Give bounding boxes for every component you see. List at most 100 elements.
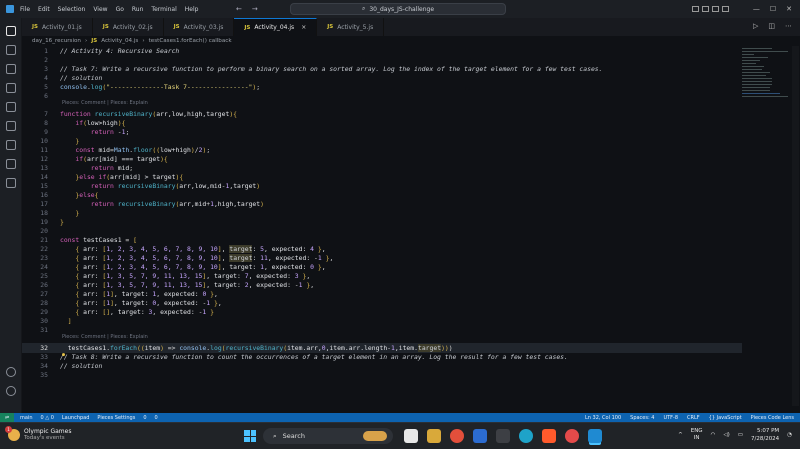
js-file-icon: JS <box>173 24 180 30</box>
menu-item-file[interactable]: File <box>20 6 30 13</box>
news-title: Olympic Games <box>24 428 72 435</box>
tab-activity-02-js[interactable]: JS Activity_02.js <box>93 18 164 36</box>
task-view-icon[interactable] <box>404 429 418 443</box>
menu-item-help[interactable]: Help <box>185 6 199 13</box>
pieces-icon[interactable] <box>5 159 16 169</box>
notification-badge: 1 <box>5 425 12 433</box>
brave-icon[interactable] <box>542 429 556 443</box>
tab-activity-03-js[interactable]: JS Activity_03.js <box>164 18 235 36</box>
chrome-icon[interactable] <box>450 429 464 443</box>
file-explorer-icon[interactable] <box>427 429 441 443</box>
code-token: ; <box>125 128 130 136</box>
account-icon[interactable] <box>6 367 16 377</box>
taskbar-search-label: Search <box>282 432 305 440</box>
remote-explorer-icon[interactable] <box>5 121 16 131</box>
bell-icon[interactable]: ◔ <box>787 432 792 438</box>
app-red-icon[interactable] <box>565 429 579 443</box>
volume-icon[interactable]: ◁) <box>723 432 729 438</box>
status-right-item[interactable]: CRLF <box>687 415 700 421</box>
status-left: main 0 △ 0 Launchpad Pieces Settings 0 0 <box>20 415 158 421</box>
maximize-icon[interactable]: ☐ <box>770 5 776 13</box>
extensions-icon[interactable] <box>5 102 16 112</box>
menu-item-edit[interactable]: Edit <box>38 6 50 13</box>
windows-start-icon[interactable] <box>244 430 256 442</box>
status-right-item[interactable]: Ln 32, Col 100 <box>585 415 621 421</box>
menu-item-terminal[interactable]: Terminal <box>151 6 176 13</box>
status-left-item[interactable]: Pieces Settings <box>97 415 135 421</box>
input-language[interactable]: ENG IN <box>691 428 703 442</box>
explorer-icon[interactable] <box>5 26 16 36</box>
code-token: const <box>75 146 99 154</box>
clock[interactable]: 5:07 PM 7/28/2024 <box>751 427 779 443</box>
status-right-item[interactable]: {} JavaScript <box>709 415 742 421</box>
close-icon[interactable]: ✕ <box>786 5 792 13</box>
back-arrow-icon[interactable]: ← <box>236 5 242 13</box>
code-editor[interactable]: 1// Activity 4: Recursive Search 2 3// Tas… <box>22 46 742 410</box>
split-editor-icon[interactable]: ◫ <box>768 22 775 30</box>
source-control-icon[interactable] <box>5 64 16 74</box>
terminal-icon[interactable] <box>496 429 510 443</box>
code-line[interactable]: 35 <box>22 370 742 380</box>
status-left-item[interactable]: 0 <box>143 415 146 421</box>
code-token: 1 <box>202 308 211 316</box>
more-actions-icon[interactable]: ⋯ <box>785 22 792 30</box>
status-left-item[interactable]: 0 △ 0 <box>41 415 54 421</box>
code-token: , target: <box>113 290 153 298</box>
battery-icon[interactable]: ▭ <box>738 432 743 438</box>
pieces-code-lens[interactable]: Pieces: Comment | Pieces: Explain <box>62 100 148 106</box>
app-grid-icon[interactable] <box>473 429 487 443</box>
code-token: "--------------Task 7----------------" <box>106 83 253 91</box>
vscode-taskbar-icon[interactable] <box>588 429 602 443</box>
command-search[interactable]: ⌕ 30_days_JS-challenge <box>290 3 506 15</box>
breadcrumb-symbol[interactable]: testCases1.forEach() callback <box>149 38 232 44</box>
tab-activity-01-js[interactable]: JS Activity_01.js <box>22 18 93 36</box>
edge-icon[interactable] <box>519 429 533 443</box>
chevron-up-icon[interactable]: ^ <box>678 432 683 438</box>
run-icon[interactable]: ▷ <box>753 22 758 30</box>
breadcrumb-file[interactable]: Activity_04.js <box>101 38 138 44</box>
menu-item-view[interactable]: View <box>93 6 107 13</box>
lightbulb-icon[interactable]: ● <box>62 352 65 358</box>
menu-item-go[interactable]: Go <box>116 6 124 13</box>
code-token: arr[mid] === target <box>86 155 161 163</box>
menu-item-run[interactable]: Run <box>132 6 144 13</box>
wifi-icon[interactable]: ◠ <box>711 432 716 438</box>
status-left-item[interactable]: Launchpad <box>62 415 90 421</box>
editor-scrollbar[interactable] <box>792 46 799 406</box>
pieces-code-lens[interactable]: Pieces: Comment | Pieces: Explain <box>62 334 148 340</box>
status-right-item[interactable]: Spaces: 4 <box>630 415 654 421</box>
tab-activity-5-js[interactable]: JS Activity_5.js <box>317 18 385 36</box>
code-token: 0 <box>202 290 211 298</box>
code-token: recursiveBinary <box>225 344 284 352</box>
code-token: , target: <box>206 281 245 289</box>
status-left-item[interactable]: main <box>20 415 33 421</box>
status-right-item[interactable]: UTF-8 <box>663 415 678 421</box>
news-widget[interactable]: 1 Olympic Games Today's events <box>5 425 72 441</box>
status-right-item[interactable]: Pieces Code Lens <box>751 415 794 421</box>
docker-icon[interactable] <box>5 178 16 188</box>
code-token: log <box>210 344 222 352</box>
breadcrumb: day_16_recursion › JS Activity_04.js › t… <box>32 38 232 44</box>
code-token: [] <box>102 308 111 316</box>
code-token: } <box>210 308 214 316</box>
remote-indicator-icon[interactable]: ⇌ <box>0 413 14 422</box>
taskbar-search[interactable]: ⌕ Search <box>263 428 393 444</box>
close-tab-icon[interactable]: × <box>301 24 306 31</box>
code-token: 4 <box>310 245 318 253</box>
code-token: : <box>252 245 261 253</box>
status-right: Ln 32, Col 100 Spaces: 4 UTF-8 CRLF {} JavaS… <box>585 415 794 421</box>
testing-icon[interactable] <box>5 140 16 150</box>
minimize-icon[interactable]: — <box>753 5 760 13</box>
forward-arrow-icon[interactable]: → <box>252 5 258 13</box>
menu-item-selection[interactable]: Selection <box>58 6 86 13</box>
status-left-item[interactable]: 0 <box>155 415 158 421</box>
run-debug-icon[interactable] <box>5 83 16 93</box>
code-token: const <box>60 236 84 244</box>
breadcrumb-folder[interactable]: day_16_recursion <box>32 38 81 44</box>
tab-activity-04-js[interactable]: JS Activity_04.js × <box>234 18 318 36</box>
manage-gear-icon[interactable] <box>6 386 16 396</box>
minimap[interactable] <box>742 46 792 136</box>
search-view-icon[interactable] <box>5 45 16 55</box>
layout-icons[interactable] <box>691 6 729 12</box>
